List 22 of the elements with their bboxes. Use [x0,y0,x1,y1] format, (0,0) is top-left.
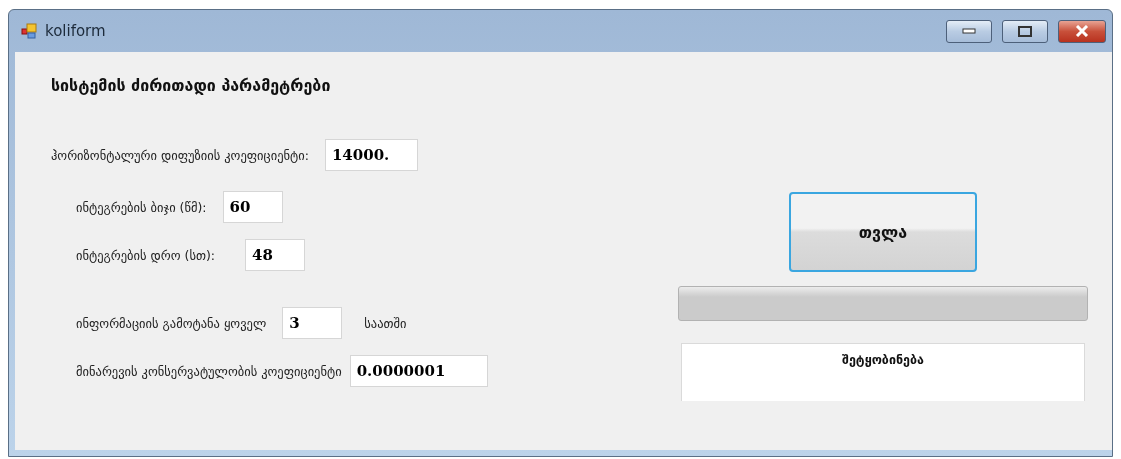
field-label: ინფორმაციის გამოტანა ყოველ [76,315,267,331]
field-label: ჰორიზონტალური დიფუზიის კოეფიციენტი: [51,147,309,163]
field-label: ინტეგრების დრო (სთ): [76,247,215,263]
input-field[interactable]: 3 [282,307,343,339]
window-title: koliform [45,22,107,40]
close-icon [1075,25,1089,37]
input-field[interactable]: 0.0000001 [349,355,488,387]
section-heading: სისტემის ძირითადი პარამეტრები [51,76,332,95]
input-field[interactable]: 60 [222,191,283,223]
input-field[interactable]: 48 [245,239,305,271]
maximize-button[interactable] [1002,19,1048,43]
minimize-button[interactable] [946,19,992,43]
close-button[interactable] [1058,19,1106,43]
field-label: ინტეგრების ბიჯი (წმ): [76,199,207,215]
minimize-icon [962,28,976,34]
input-field[interactable]: 14000. [324,139,418,171]
maximize-icon [1018,25,1032,37]
field-label: მინარევის კონსერვატულობის კოეფიციენტი [76,363,342,379]
app-icon [21,23,37,39]
message-text: შეტყობინება [842,352,924,369]
compute-button[interactable]: თვლა [789,192,977,272]
unit-label: საათში [364,315,407,331]
